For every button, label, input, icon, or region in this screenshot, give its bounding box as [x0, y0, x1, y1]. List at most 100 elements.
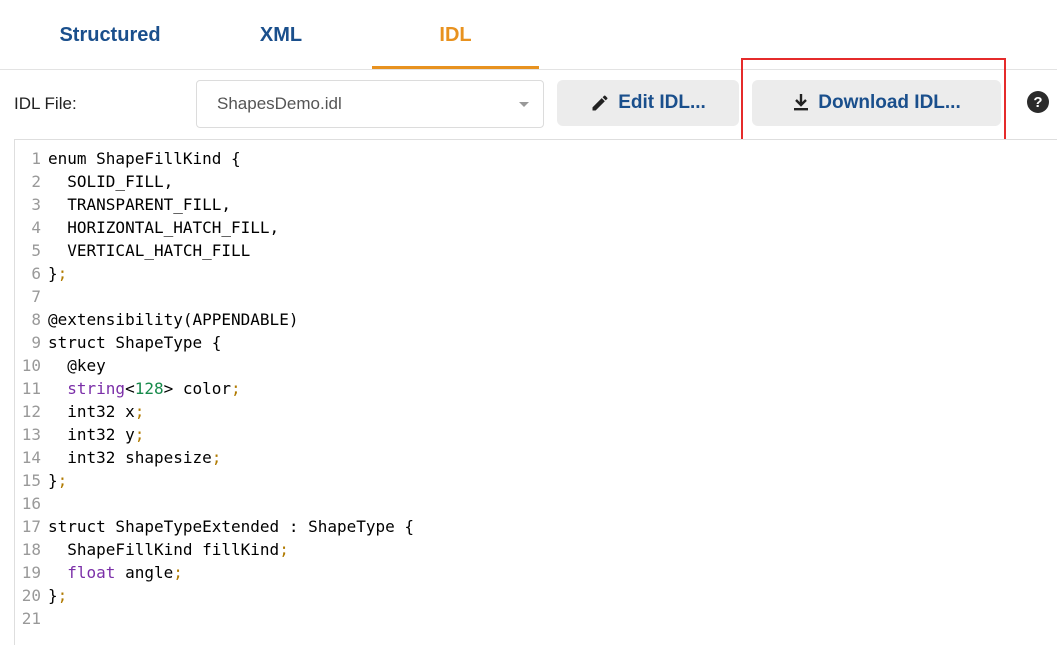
code-text: string<128> color;: [48, 377, 240, 400]
code-line: 1 enum ShapeFillKind {: [15, 147, 1015, 170]
line-number: 19: [21, 563, 41, 582]
code-token: ;: [57, 586, 68, 605]
code-line: 13 int32 y;: [15, 423, 1015, 446]
code-text: enum ShapeFillKind {: [48, 147, 241, 170]
code-line: 5 VERTICAL_HATCH_FILL: [15, 239, 1015, 262]
code-text: ShapeFillKind fillKind;: [48, 538, 289, 561]
code-token: ;: [57, 264, 68, 283]
code-token: int32 x: [48, 402, 135, 421]
line-number: 21: [21, 609, 41, 628]
code-line: 18 ShapeFillKind fillKind;: [15, 538, 1015, 561]
code-token: 128: [134, 379, 164, 398]
code-token: struct ShapeTypeExtended : ShapeType {: [48, 517, 415, 536]
line-number: 1: [31, 149, 41, 168]
idl-file-label: IDL File:: [14, 94, 77, 113]
code-text: VERTICAL_HATCH_FILL: [48, 239, 250, 262]
code-line: 21: [15, 607, 1015, 630]
code-text: struct ShapeTypeExtended : ShapeType {: [48, 515, 414, 538]
code-line: 7: [15, 285, 1015, 308]
code-token: TRANSPARENT_FILL,: [48, 195, 232, 214]
code-token: string: [67, 379, 126, 398]
code-token: int32 shapesize: [48, 448, 212, 467]
code-line: 15};: [15, 469, 1015, 492]
code-line: 2 SOLID_FILL,: [15, 170, 1015, 193]
line-number: 7: [31, 287, 41, 306]
code-text: float angle;: [48, 561, 183, 584]
code-token: ;: [57, 471, 68, 490]
code-token: VERTICAL_HATCH_FILL: [48, 241, 251, 260]
code-line: 16: [15, 492, 1015, 515]
code-token: enum ShapeFillKind {: [48, 149, 241, 168]
code-token: @key: [48, 356, 106, 375]
code-token: }: [48, 264, 58, 283]
tab-structured[interactable]: Structured: [20, 0, 200, 70]
line-number: 2: [31, 172, 41, 191]
line-number: 8: [31, 310, 41, 329]
code-token: HORIZONTAL_HATCH_FILL,: [48, 218, 280, 237]
idl-code-editor[interactable]: 1 enum ShapeFillKind {2 SOLID_FILL, 3 TRAN…: [14, 139, 1057, 645]
line-number: 18: [21, 540, 41, 559]
code-text: int32 shapesize;: [48, 446, 221, 469]
help-circle-icon[interactable]: ?: [1027, 91, 1049, 113]
line-number: 12: [21, 402, 41, 421]
line-number: 14: [21, 448, 41, 467]
code-line: 6};: [15, 262, 1015, 285]
code-line: 19 float angle;: [15, 561, 1015, 584]
code-token: struct ShapeType {: [48, 333, 222, 352]
line-number: 3: [31, 195, 41, 214]
code-token: ;: [134, 425, 145, 444]
code-line: 9 struct ShapeType {: [15, 331, 1015, 354]
edit-idl-label: Edit IDL...: [618, 92, 706, 113]
code-token: int32 y: [48, 425, 135, 444]
code-line: 11 string<128> color;: [15, 377, 1015, 400]
code-text: };: [48, 584, 67, 607]
line-number: 5: [31, 241, 41, 260]
line-number: 11: [21, 379, 41, 398]
code-text: @key: [48, 354, 106, 377]
line-number: 9: [31, 333, 41, 352]
code-text: SOLID_FILL,: [48, 170, 173, 193]
code-text: int32 y;: [48, 423, 144, 446]
line-number: 20: [21, 586, 41, 605]
code-token: ;: [279, 540, 289, 559]
pencil-icon: [590, 93, 610, 113]
line-number: 16: [21, 494, 41, 513]
code-token: @extensibility(APPENDABLE): [48, 310, 299, 329]
code-line: 10 @key: [15, 354, 1015, 377]
chevron-down-icon: [519, 102, 529, 107]
code-text: };: [48, 469, 67, 492]
code-text: @extensibility(APPENDABLE): [48, 308, 298, 331]
code-token: }: [48, 586, 58, 605]
code-line: 17 struct ShapeTypeExtended : ShapeType {: [15, 515, 1015, 538]
tab-idl[interactable]: IDL: [372, 0, 539, 70]
code-text: struct ShapeType {: [48, 331, 221, 354]
code-text: int32 x;: [48, 400, 144, 423]
edit-idl-button[interactable]: Edit IDL...: [557, 80, 739, 126]
idl-file-select[interactable]: ShapesDemo.idl: [196, 80, 544, 128]
code-line: 12 int32 x;: [15, 400, 1015, 423]
highlight-annotation-box: [741, 58, 1006, 146]
line-number: 17: [21, 517, 41, 536]
code-token: }: [48, 471, 58, 490]
code-token: ;: [134, 402, 145, 421]
code-token: float: [67, 563, 116, 582]
line-number: 6: [31, 264, 41, 283]
code-line: 4 HORIZONTAL_HATCH_FILL,: [15, 216, 1015, 239]
idl-file-select-value: ShapesDemo.idl: [217, 94, 342, 113]
code-text: TRANSPARENT_FILL,: [48, 193, 231, 216]
code-token: ;: [211, 448, 222, 467]
line-number: 4: [31, 218, 41, 237]
code-line: 3 TRANSPARENT_FILL,: [15, 193, 1015, 216]
code-line: 20};: [15, 584, 1015, 607]
line-number: 10: [21, 356, 41, 375]
line-number: 15: [21, 471, 41, 490]
tab-xml[interactable]: XML: [200, 0, 362, 70]
code-token: ShapeFillKind fillKind: [48, 540, 280, 559]
code-text: };: [48, 262, 67, 285]
line-number: 13: [21, 425, 41, 444]
code-text: HORIZONTAL_HATCH_FILL,: [48, 216, 279, 239]
code-token: > color: [163, 379, 232, 398]
code-token: ;: [173, 563, 183, 582]
